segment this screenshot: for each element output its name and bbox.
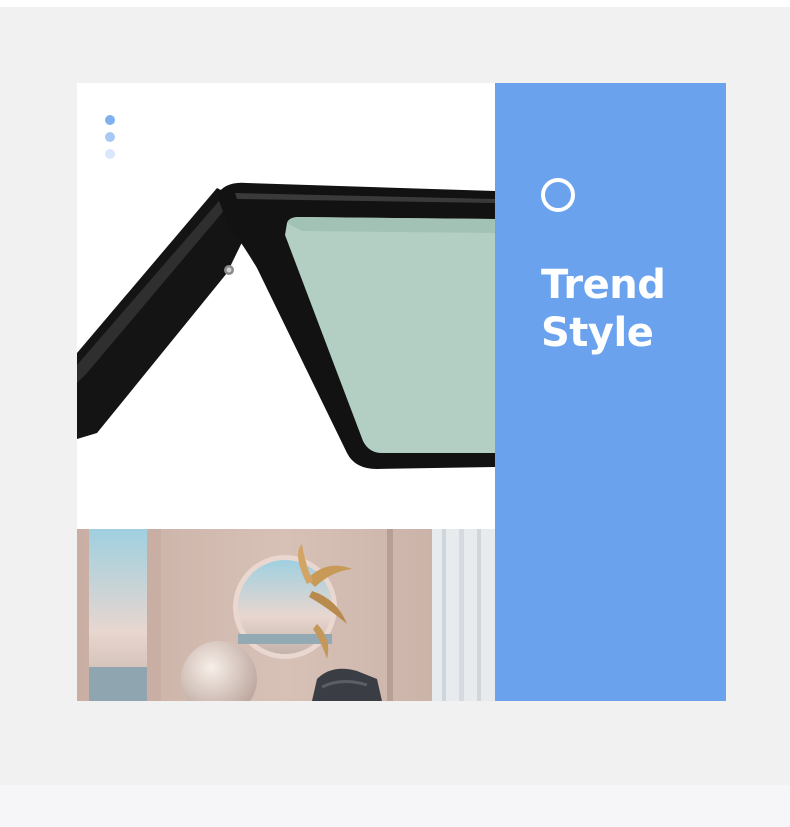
dot-indicator[interactable] bbox=[105, 149, 115, 159]
footer-strip bbox=[0, 785, 790, 827]
interior-scene-illustration bbox=[77, 529, 495, 701]
circle-outline-icon bbox=[541, 178, 575, 212]
sunglasses-photo bbox=[77, 83, 495, 529]
interior-scene-photo bbox=[77, 529, 495, 701]
sunglasses-illustration bbox=[77, 182, 495, 469]
dot-indicator[interactable] bbox=[105, 115, 115, 125]
panel-title: Trend Style bbox=[541, 261, 666, 357]
title-line-2: Style bbox=[541, 310, 654, 356]
dot-indicator[interactable] bbox=[105, 132, 115, 142]
pagination-dots bbox=[105, 115, 117, 163]
feature-card: Trend Style bbox=[77, 83, 726, 701]
title-line-1: Trend bbox=[541, 262, 666, 308]
trend-panel: Trend Style bbox=[495, 83, 726, 701]
